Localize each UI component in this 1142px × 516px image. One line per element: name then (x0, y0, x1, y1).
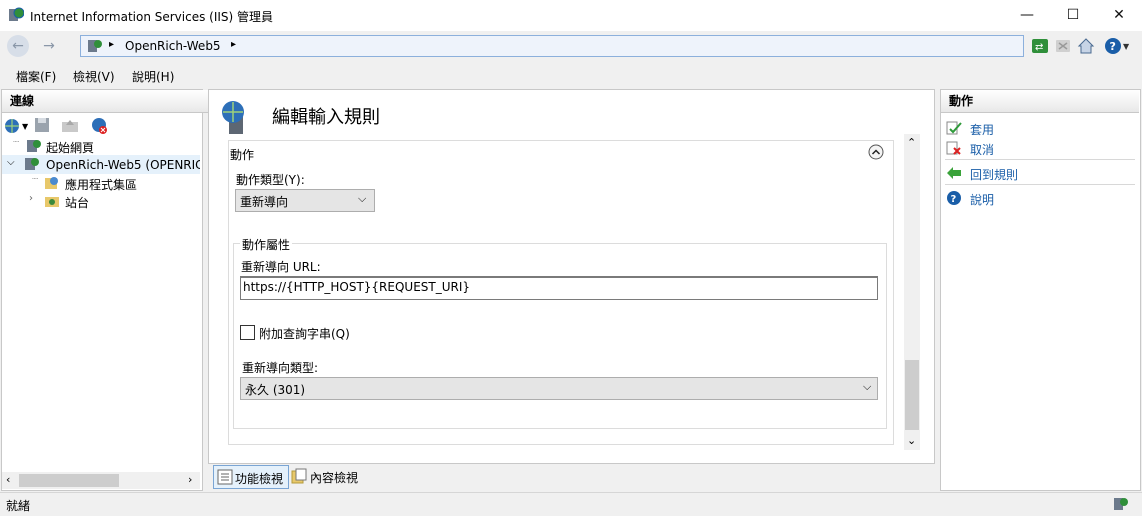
chevron-down-icon: ⌵ (358, 192, 367, 205)
chevron-down-icon: ⌵ (863, 380, 872, 393)
redirect-url-input[interactable]: https://{HTTP_HOST}{REQUEST_URI} (240, 276, 878, 300)
save-icon[interactable] (34, 117, 50, 136)
horizontal-scrollbar[interactable]: ‹ › (2, 472, 200, 489)
tree-item-label: 應用程式集區 (65, 178, 138, 192)
content-view-icon (291, 468, 307, 487)
help-icon[interactable]: ? ▼ (1104, 37, 1130, 55)
menu-file[interactable]: 檔案(F) (16, 68, 56, 85)
help-icon: ? (946, 190, 962, 209)
disconnect-icon[interactable] (90, 117, 108, 138)
vertical-scrollbar[interactable]: ⌃ ⌄ (904, 134, 920, 450)
breadcrumb-server[interactable]: OpenRich-Web5 (125, 39, 221, 53)
tree-item-label: 起始網頁 (46, 141, 95, 155)
redirect-type-label: 重新導向類型: (242, 361, 319, 375)
title-bar: Internet Information Services (IIS) 管理員 … (0, 0, 1142, 31)
redirect-type-value: 永久 (301) (245, 383, 306, 397)
scrollbar-thumb[interactable] (19, 474, 119, 487)
close-button[interactable]: ✕ (1096, 0, 1142, 31)
group-label: 動作屬性 (240, 236, 293, 253)
action-help[interactable]: ? 說明 (946, 190, 1136, 208)
scroll-up-icon[interactable]: ⌃ (907, 136, 916, 149)
svg-text:▼: ▼ (1123, 42, 1130, 51)
menu-view[interactable]: 檢視(V) (73, 68, 115, 85)
forward-button[interactable]: → (38, 35, 60, 57)
iis-app-icon (8, 7, 25, 23)
server-status-icon (1113, 496, 1129, 515)
svg-text:?: ? (1110, 40, 1116, 53)
refresh-icon[interactable]: ⇄ (1031, 37, 1049, 55)
svg-text:▼: ▼ (22, 122, 29, 131)
tab-label: 功能檢視 (235, 472, 284, 486)
scroll-down-icon[interactable]: ⌄ (907, 434, 916, 447)
action-label: 取消 (970, 143, 995, 157)
tab-content-view[interactable]: 內容檢視 (289, 465, 361, 487)
features-view-icon (217, 469, 233, 488)
breadcrumb-separator[interactable]: ▸ (231, 39, 236, 50)
cancel-x-icon (946, 140, 962, 159)
redirect-type-select[interactable]: 永久 (301) ⌵ (240, 377, 878, 400)
tree-item-label: OpenRich-Web5 (OPENRIC (46, 158, 200, 172)
tree-item-start-page[interactable]: ┈ 起始網頁 (2, 137, 200, 155)
tree-item-sites[interactable]: › 站台 (2, 192, 200, 210)
connections-header: 連線 (2, 90, 209, 113)
home-icon[interactable] (1077, 37, 1095, 55)
back-arrow-icon (946, 165, 962, 184)
action-label: 說明 (970, 193, 995, 207)
apply-check-icon (946, 120, 962, 139)
scroll-left-icon[interactable]: ‹ (6, 473, 10, 486)
breadcrumb-separator: ▸ (109, 39, 115, 50)
rewrite-rule-icon (219, 100, 255, 139)
redirect-url-value: https://{HTTP_HOST}{REQUEST_URI} (243, 280, 471, 294)
action-type-select[interactable]: 重新導向 ⌵ (235, 189, 375, 212)
tab-label: 內容檢視 (310, 471, 359, 485)
actions-divider (945, 184, 1135, 185)
svg-text:⇄: ⇄ (1035, 42, 1043, 53)
redirect-url-label: 重新導向 URL: (241, 260, 321, 274)
action-label: 回到規則 (970, 168, 1019, 182)
minimize-button[interactable]: — (1004, 0, 1050, 31)
collapse-section-icon[interactable] (868, 144, 884, 160)
tree-item-server[interactable]: ⌵ OpenRich-Web5 (OPENRIC (2, 155, 200, 174)
action-back-to-rules[interactable]: 回到規則 (946, 165, 1136, 183)
maximize-button[interactable]: ☐ (1050, 0, 1096, 31)
append-query-label[interactable]: 附加查詢字串(Q) (259, 325, 350, 342)
append-query-checkbox[interactable] (240, 325, 255, 340)
tree-item-app-pools[interactable]: ┈ 應用程式集區 (2, 174, 200, 192)
tree-item-label: 站台 (65, 196, 90, 210)
page-title: 編輯輸入規則 (272, 107, 380, 128)
scroll-right-icon[interactable]: › (188, 473, 192, 486)
action-apply[interactable]: 套用 (946, 120, 1136, 138)
sites-folder-icon (44, 193, 60, 212)
actions-header: 動作 (941, 90, 1139, 113)
stop-icon[interactable] (1054, 37, 1072, 55)
action-label: 套用 (970, 123, 995, 137)
address-bar[interactable]: ▸ OpenRich-Web5 ▸ (80, 35, 1024, 57)
up-level-icon[interactable] (61, 117, 79, 136)
action-type-label: 動作類型(Y): (236, 173, 305, 187)
menu-help[interactable]: 說明(H) (132, 68, 174, 85)
action-type-value: 重新導向 (240, 195, 289, 209)
section-title: 動作 (230, 148, 255, 162)
scrollbar-thumb[interactable] (905, 360, 919, 430)
tab-features-view[interactable]: 功能檢視 (213, 465, 289, 489)
actions-divider (945, 159, 1135, 160)
expand-chevron-icon[interactable]: › (29, 193, 33, 204)
svg-text:?: ? (951, 194, 957, 205)
window-title: Internet Information Services (IIS) 管理員 (30, 10, 274, 24)
status-text: 就緒 (6, 499, 31, 513)
connect-globe-icon[interactable]: ▼ (4, 117, 34, 138)
collapse-chevron-icon[interactable]: ⌵ (7, 157, 15, 168)
server-icon (87, 38, 103, 54)
back-button[interactable]: ← (7, 35, 29, 57)
action-cancel[interactable]: 取消 (946, 140, 1136, 158)
status-bar: 就緒 (0, 492, 1142, 516)
server-icon (24, 156, 40, 175)
